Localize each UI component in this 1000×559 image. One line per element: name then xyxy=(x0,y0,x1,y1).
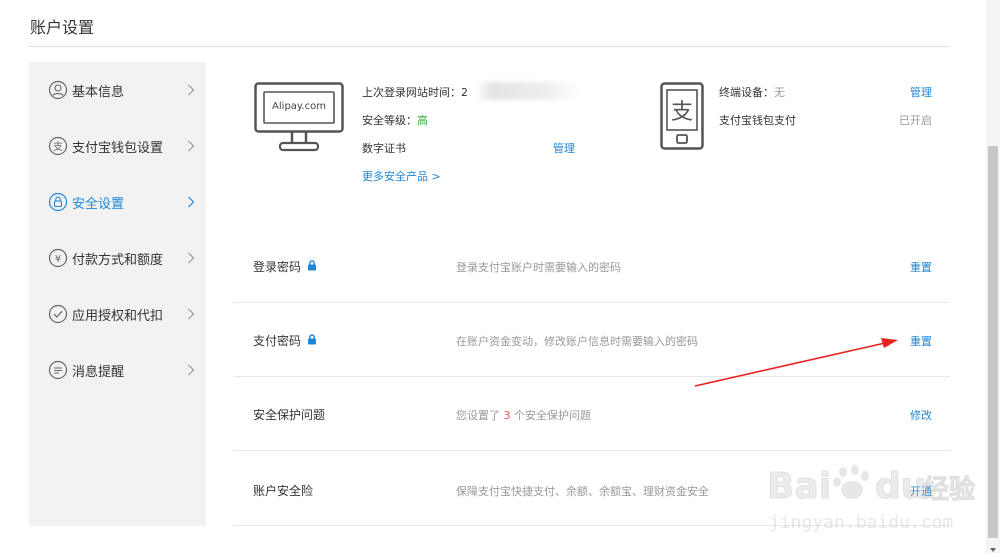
svg-text:jingyan.baidu.com: jingyan.baidu.com xyxy=(769,512,953,533)
svg-text:经验: 经验 xyxy=(923,474,975,505)
scrollbar-thumb[interactable] xyxy=(988,146,998,538)
baidu-jingyan-watermark: Bai du 经验 jingyan.baidu.com xyxy=(765,460,985,539)
svg-text:du: du xyxy=(875,466,926,507)
scroll-down-arrow-icon[interactable] xyxy=(988,540,998,552)
svg-text:Bai: Bai xyxy=(767,466,831,507)
